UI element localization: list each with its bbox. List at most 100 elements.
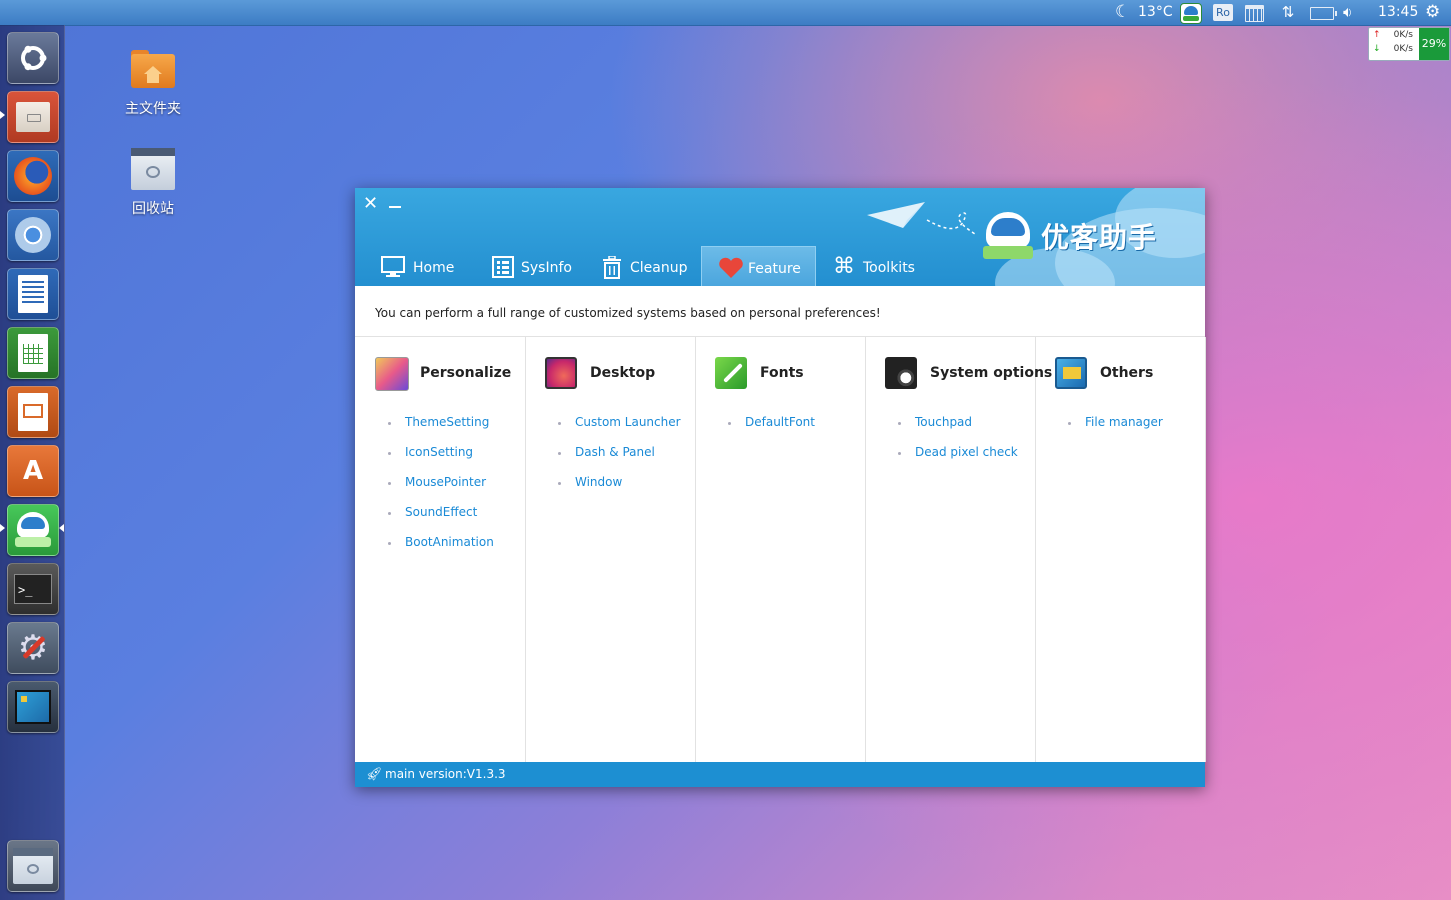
calendar-icon[interactable] (1245, 5, 1264, 22)
desktop-icon-trash-label: 回收站 (132, 201, 174, 217)
net-download: ↓ 0K/s (1373, 44, 1413, 54)
launcher-item-chromium[interactable] (7, 209, 59, 261)
column-desktop: Desktop Custom Launcher Dash & Panel Win… (525, 337, 696, 762)
command-icon: ⌘ (833, 254, 855, 279)
top-panel: ☾ 13°C Ro ⇅ 🔉︎ 13:45 ⚙ (0, 0, 1451, 26)
weather-indicator[interactable]: ☾ 13°C (1115, 0, 1175, 25)
system-options-list: Touchpad Dead pixel check (895, 415, 1018, 475)
down-arrow-icon: ↓ (1373, 44, 1381, 54)
fonts-list: DefaultFont (725, 415, 815, 445)
link-window[interactable]: Window (555, 475, 681, 505)
firefox-icon (8, 151, 58, 201)
terminal-icon: >_ (8, 564, 58, 614)
column-title: System options (930, 365, 1053, 381)
link-file-manager[interactable]: File manager (1065, 415, 1163, 445)
cpu-percent: 29% (1419, 28, 1449, 60)
trash-can-icon (603, 256, 621, 279)
minimize-icon[interactable] (389, 206, 401, 208)
net-speed-widget: ↑ 0K/s ↓ 0K/s 29% (1368, 27, 1450, 61)
youker-assistant-window: ✕ 优客助手 Home SysInfo Cleanup Feature ⌘ To… (355, 188, 1206, 787)
tab-home[interactable]: Home (381, 246, 481, 286)
workspaces-icon (8, 682, 58, 732)
column-system-options: System options Touchpad Dead pixel check (865, 337, 1052, 762)
column-title: Desktop (590, 365, 656, 381)
launcher-item-youker-assistant[interactable] (7, 504, 59, 556)
system-options-icon (885, 357, 917, 389)
close-icon[interactable]: ✕ (363, 193, 378, 214)
paper-plane-icon (867, 202, 976, 235)
impress-icon (8, 387, 58, 437)
version-label: main version:V1.3.3 (385, 767, 506, 781)
column-personalize: Personalize ThemeSetting IconSetting Mou… (355, 337, 526, 762)
launcher-item-system-settings[interactable]: ⚙ (7, 622, 59, 674)
launcher-item-files[interactable] (7, 91, 59, 143)
trash-bin-icon (131, 148, 175, 190)
desktop-icon-trash[interactable]: 回收站 (113, 148, 193, 218)
volume-icon[interactable]: 🔉︎ (1343, 0, 1363, 25)
network-transfer-icon[interactable]: ⇅ (1278, 0, 1298, 25)
link-dash-panel[interactable]: Dash & Panel (555, 445, 681, 475)
launcher-item-ubuntu-dash[interactable] (7, 32, 59, 84)
launcher-item-terminal[interactable]: >_ (7, 563, 59, 615)
link-icon-setting[interactable]: IconSetting (385, 445, 494, 475)
weather-temp: 13°C (1138, 4, 1173, 20)
calc-icon (8, 328, 58, 378)
launcher-item-trash[interactable] (7, 840, 59, 892)
gear-icon[interactable]: ⚙ (1425, 0, 1445, 25)
input-method-indicator[interactable]: Ro (1213, 4, 1233, 21)
launcher-item-writer[interactable] (7, 268, 59, 320)
tab-feature[interactable]: Feature (701, 246, 816, 286)
fonts-icon (715, 357, 747, 389)
desktop-icon-home-label: 主文件夹 (125, 101, 181, 117)
launcher-item-software-center[interactable]: A (7, 445, 59, 497)
wrench-gear-icon: ⚙ (8, 623, 58, 673)
link-default-font[interactable]: DefaultFont (725, 415, 815, 445)
desktop-list: Custom Launcher Dash & Panel Window (555, 415, 681, 505)
ubuntu-logo-icon (8, 33, 58, 83)
home-folder-icon (131, 46, 175, 90)
personalize-list: ThemeSetting IconSetting MousePointer So… (385, 415, 494, 565)
column-fonts: Fonts DefaultFont (695, 337, 866, 762)
link-touchpad[interactable]: Touchpad (895, 415, 1018, 445)
column-title: Others (1100, 365, 1154, 381)
status-bar: 🚀︎ main version:V1.3.3 (355, 762, 1205, 787)
chromium-icon (8, 210, 58, 260)
list-icon (492, 256, 514, 278)
feature-description: You can perform a full range of customiz… (375, 306, 881, 320)
column-others: Others File manager (1035, 337, 1206, 762)
shopping-bag-icon: A (22, 456, 44, 486)
file-cabinet-icon (8, 92, 58, 142)
link-mouse-pointer[interactable]: MousePointer (385, 475, 494, 505)
launcher-item-firefox[interactable] (7, 150, 59, 202)
clock[interactable]: 13:45 (1378, 0, 1428, 25)
launcher-item-impress[interactable] (7, 386, 59, 438)
link-dead-pixel-check[interactable]: Dead pixel check (895, 445, 1018, 475)
launcher: A >_ ⚙ (0, 25, 65, 900)
net-upload: ↑ 0K/s (1373, 30, 1413, 40)
launcher-item-workspace-switcher[interactable] (7, 681, 59, 733)
tab-sysinfo[interactable]: SysInfo (492, 246, 592, 286)
column-title: Fonts (760, 365, 804, 381)
moon-icon: ☾ (1115, 2, 1131, 22)
link-theme-setting[interactable]: ThemeSetting (385, 415, 494, 445)
up-arrow-icon: ↑ (1373, 30, 1381, 40)
link-boot-animation[interactable]: BootAnimation (385, 535, 494, 565)
desktop-icon (545, 357, 577, 389)
monitor-icon (381, 256, 405, 277)
rocket-icon: 🚀︎ (366, 767, 383, 782)
writer-icon (8, 269, 58, 319)
personalize-icon (375, 357, 409, 391)
launcher-item-calc[interactable] (7, 327, 59, 379)
tab-toolkits[interactable]: ⌘ Toolkits (833, 246, 933, 286)
battery-icon[interactable] (1310, 7, 1337, 20)
tab-bar: Home SysInfo Cleanup Feature ⌘ Toolkits (355, 246, 1205, 286)
youker-tray-icon[interactable] (1180, 3, 1202, 24)
link-sound-effect[interactable]: SoundEffect (385, 505, 494, 535)
others-list: File manager (1065, 415, 1163, 445)
link-custom-launcher[interactable]: Custom Launcher (555, 415, 681, 445)
tab-cleanup[interactable]: Cleanup (601, 246, 701, 286)
column-title: Personalize (420, 365, 512, 381)
trash-icon (8, 841, 58, 891)
desktop-icon-home[interactable]: 主文件夹 (113, 46, 193, 118)
heart-icon (719, 257, 743, 278)
